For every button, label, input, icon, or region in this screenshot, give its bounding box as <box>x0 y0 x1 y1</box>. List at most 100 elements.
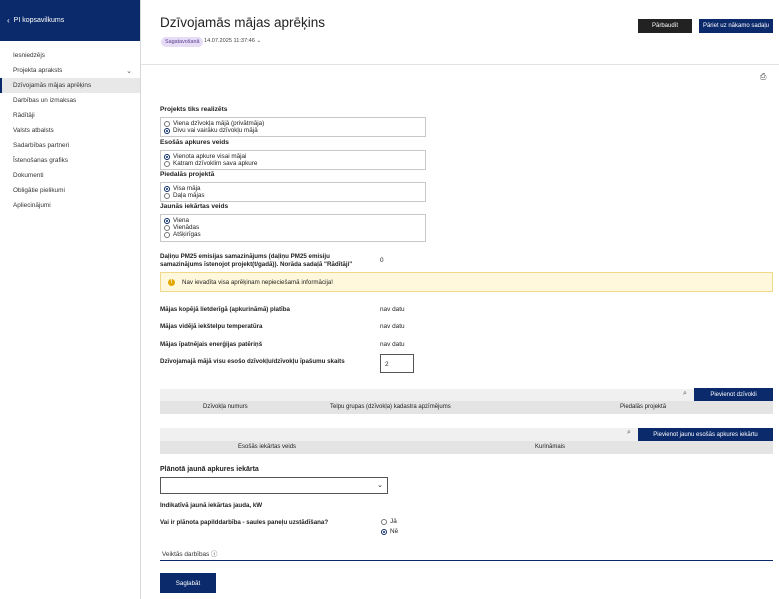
radio-label: Divu vai vairāku dzīvokļu mājā <box>173 127 258 135</box>
planned-device-select[interactable]: ⌄ <box>160 477 388 494</box>
radio-option[interactable]: Vienota apkure visai mājai <box>164 153 422 160</box>
participation-title: Piedalās projektā <box>160 171 215 178</box>
works-label: Veiktās darbības <box>162 551 210 558</box>
info-icon: ⓘ <box>211 551 218 558</box>
metric-label: Mājas vidējā iekštelpu temperatūra <box>160 323 263 330</box>
power-label: Indikatīvā jaunā iekārtas jauda, kW <box>160 502 263 509</box>
solar-yes-option[interactable]: Jā <box>381 518 397 525</box>
sidebar-item-applicant[interactable]: Iesniedzējs <box>0 48 140 63</box>
column-header: Dzīvokļa numurs <box>203 404 248 410</box>
sidebar-item-label: Valsts atbalsts <box>13 127 54 134</box>
planned-device-title: Plānotā jaunā apkures iekārta <box>160 466 259 473</box>
add-apartment-button[interactable]: Pievienot dzīvokli <box>694 388 773 402</box>
warning-text: Nav ievadīta visa aprēķinam nepieciešamā… <box>182 278 333 286</box>
sidebar-item-label: Sadarbības partneri <box>13 142 70 149</box>
radio-option[interactable]: Vienādas <box>164 224 422 231</box>
sidebar-nav: Iesniedzējs Projekta apraksts ⌄ Dzīvojamā… <box>0 48 140 213</box>
heating-radio-group: Vienota apkure visai mājai Katram dzīvok… <box>160 150 426 171</box>
sidebar-item-documents[interactable]: Dokumenti <box>0 168 140 183</box>
sidebar: ‹ PI kopsavilkums Iesniedzējs Projekta a… <box>0 0 141 599</box>
radio-button[interactable] <box>381 528 387 535</box>
sidebar-item-attachments[interactable]: Obligātie pielikumi <box>0 183 140 198</box>
radio-option[interactable]: Viena dzīvokļa mājā (privātmāja) <box>164 120 422 127</box>
radio-label: Viena dzīvokļa mājā (privātmāja) <box>173 120 265 128</box>
timestamp-dropdown[interactable]: 14.07.2025 11:37:46 ⌄ <box>204 38 261 44</box>
radio-label: Vienādas <box>173 224 200 232</box>
sidebar-item-label: Dzīvojamās mājas aprēķins <box>13 82 92 89</box>
radio-button[interactable] <box>164 217 170 224</box>
radio-button[interactable] <box>164 231 170 238</box>
search-icon[interactable]: ⌕ <box>627 429 631 437</box>
works-field[interactable]: Veiktās darbības ⓘ <box>162 549 217 558</box>
pm25-value: 0 <box>380 257 384 264</box>
radio-option[interactable]: Divu vai vairāku dzīvokļu mājā <box>164 127 422 134</box>
solar-question: Vai ir plānota papilddarbība - saules pa… <box>160 519 329 526</box>
solar-no-option[interactable]: Nē <box>381 528 398 535</box>
page-title: Dzīvojamās mājas aprēķins <box>160 15 326 30</box>
owners-label: Dzīvojamajā mājā visu esošo dzīvokļu/dzī… <box>160 358 345 365</box>
divider <box>141 64 779 65</box>
sidebar-item-project-description[interactable]: Projekta apraksts ⌄ <box>0 63 140 78</box>
metric-label: Mājas īpatnējais enerģijas patēriņš <box>160 341 263 348</box>
back-to-summary-link[interactable]: ‹ PI kopsavilkums <box>0 0 140 41</box>
chevron-down-icon: ⌄ <box>256 38 262 44</box>
radio-button[interactable] <box>164 120 170 127</box>
chevron-down-icon: ⌄ <box>126 67 132 75</box>
radio-button[interactable] <box>381 518 387 525</box>
save-button[interactable]: Saglabāt <box>160 573 216 593</box>
radio-option[interactable]: Viena <box>164 217 422 224</box>
radio-label: Visa māja <box>173 185 201 193</box>
back-link-label: PI kopsavilkums <box>13 17 65 24</box>
radio-button[interactable] <box>164 192 170 199</box>
radio-option[interactable]: Atšķirīgas <box>164 231 422 238</box>
radio-button[interactable] <box>164 127 170 134</box>
add-heating-device-button[interactable]: Pievienot jaunu esošās apkures iekārtu <box>638 428 773 442</box>
realization-radio-group: Viena dzīvokļa mājā (privātmāja) Divu va… <box>160 117 426 138</box>
sidebar-item-label: Darbības un izmaksas <box>13 97 77 104</box>
radio-option[interactable]: Katram dzīvoklim sava apkure <box>164 160 422 167</box>
new-device-title: Jaunās iekārtas veids <box>160 203 229 210</box>
radio-label: Atšķirīgas <box>173 231 201 239</box>
radio-label: Daļa mājas <box>173 192 205 200</box>
sidebar-item-schedule[interactable]: Īstenošanas grafiks <box>0 153 140 168</box>
check-button[interactable]: Pārbaudīt <box>638 19 692 33</box>
sidebar-item-label: Iesniedzējs <box>13 52 45 59</box>
chevron-down-icon: ⌄ <box>377 482 383 489</box>
warning-banner: ! Nav ievadīta visa aprēķinam nepiecieša… <box>160 272 773 292</box>
participation-radio-group: Visa māja Daļa mājas <box>160 182 426 203</box>
next-section-button[interactable]: Pāriet uz nākamo sadaļu <box>699 19 773 33</box>
metric-value: nav datu <box>380 306 405 313</box>
radio-option[interactable]: Daļa mājas <box>164 192 422 199</box>
column-header: Kurināmais <box>535 444 566 450</box>
metric-label: Mājas kopējā lietderīgā (apkurināmā) pla… <box>160 306 290 313</box>
sidebar-item-state-aid[interactable]: Valsts atbalsts <box>0 123 140 138</box>
radio-button[interactable] <box>164 153 170 160</box>
radio-button[interactable] <box>164 160 170 167</box>
warning-icon: ! <box>168 278 175 286</box>
radio-button[interactable] <box>164 224 170 231</box>
column-header: Telpu grupas (dzīvokļa) kadastra apzīmēj… <box>330 404 451 410</box>
apartments-table-header: Dzīvokļa numurs Telpu grupas (dzīvokļa) … <box>160 401 773 414</box>
radio-option[interactable]: Visa māja <box>164 185 422 192</box>
search-icon[interactable]: ⌕ <box>683 390 687 398</box>
realization-title: Projekts tiks realizēts <box>160 106 228 113</box>
owners-count-input[interactable]: 2 <box>380 354 414 373</box>
sidebar-item-partners[interactable]: Sadarbības partneri <box>0 138 140 153</box>
metric-value: nav datu <box>380 323 405 330</box>
radio-label: Vienota apkure visai mājai <box>173 153 247 161</box>
column-header: Esošās iekārtas veids <box>238 444 297 450</box>
heating-title: Esošās apkures veids <box>160 139 229 146</box>
sidebar-item-activities-costs[interactable]: Darbības un izmaksas <box>0 93 140 108</box>
radio-button[interactable] <box>164 185 170 192</box>
sidebar-item-label: Dokumenti <box>13 172 44 179</box>
sidebar-item-label: Projekta apraksts <box>13 67 63 74</box>
radio-label: Viena <box>173 217 189 225</box>
radio-label: Nē <box>390 528 399 535</box>
heating-table-header: Esošās iekārtas veids Kurināmais <box>160 441 773 454</box>
sidebar-item-house-calculation[interactable]: Dzīvojamās mājas aprēķins <box>0 78 140 93</box>
sidebar-item-label: Rādītāji <box>13 112 35 119</box>
sidebar-item-indicators[interactable]: Rādītāji <box>0 108 140 123</box>
status-badge: Sagatavošanā <box>161 37 204 47</box>
print-icon[interactable]: ⎙ <box>760 72 766 82</box>
sidebar-item-declarations[interactable]: Apliecinājumi <box>0 198 140 213</box>
